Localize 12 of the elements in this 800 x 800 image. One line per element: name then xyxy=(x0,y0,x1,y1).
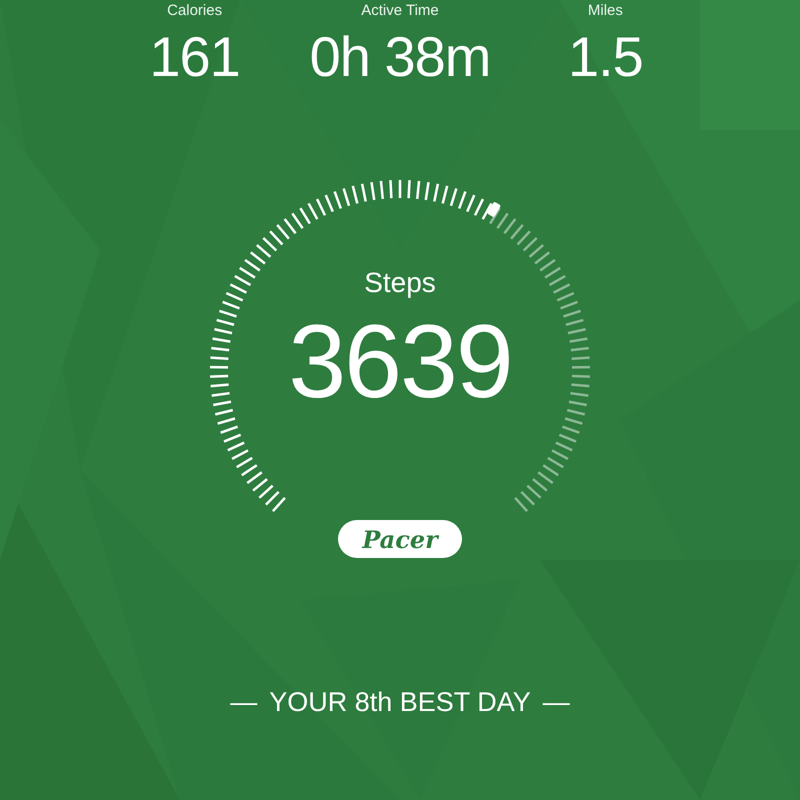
stat-value: 0h 38m xyxy=(310,27,490,87)
stat-label: Active Time xyxy=(361,2,439,19)
step-count: 3639 xyxy=(288,307,512,417)
stat-label: Calories xyxy=(167,2,222,19)
stat-value: 161 xyxy=(149,27,240,87)
dash: — xyxy=(230,687,258,718)
steps-label: Steps xyxy=(364,267,436,299)
rank-text: YOUR 8th BEST DAY xyxy=(269,687,531,718)
stat-value: 1.5 xyxy=(568,27,643,87)
logo: Pacer xyxy=(338,520,462,558)
dash: — xyxy=(542,687,570,718)
stat-label: Miles xyxy=(588,2,623,19)
